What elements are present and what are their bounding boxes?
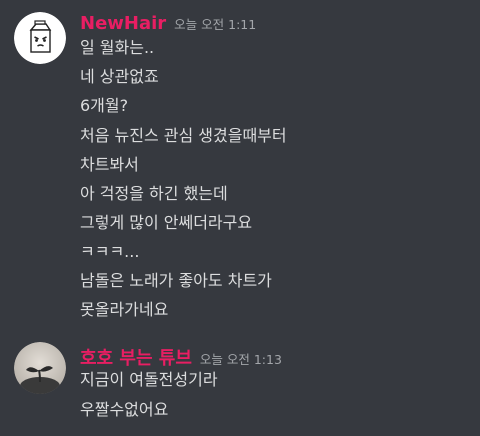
timestamp[interactable]: 오늘 오전 1:13 [200, 349, 282, 368]
message-text: 지금이 여돌전성기라 [80, 370, 218, 389]
message-text: 일 월화는.. [80, 38, 155, 57]
username[interactable]: NewHair [80, 13, 166, 34]
message-text: 6개월? [80, 96, 129, 115]
message-header: NewHair 오늘 오전 1:11 [80, 13, 256, 37]
milk-carton-avatar-icon[interactable] [14, 12, 66, 64]
message-text: 못올라가네요 [80, 300, 169, 319]
message-text: 처음 뉴진스 관심 생겼을때부터 [80, 126, 287, 145]
timestamp[interactable]: 오늘 오전 1:11 [174, 14, 256, 33]
message-text: 우짤수없어요 [80, 400, 169, 419]
message-group-2: 호호 부는 튜브 오늘 오전 1:13 지금이 여돌전성기라 우짤수없어요 [0, 330, 480, 436]
message-text: 네 상관없죠 [80, 67, 159, 86]
message-text: ㅋㅋㅋ... [80, 242, 140, 261]
message-text: 남돌은 노래가 좋아도 차트가 [80, 271, 272, 290]
message-text: 그렇게 많이 안쎄더라구요 [80, 213, 253, 232]
message-text: 차트봐서 [80, 155, 139, 174]
username[interactable]: 호호 부는 튜브 [80, 344, 192, 370]
plant-sprout-avatar-icon[interactable] [14, 342, 66, 394]
message-header: 호호 부는 튜브 오늘 오전 1:13 [80, 344, 282, 370]
message-group-1: NewHair 오늘 오전 1:11 일 월화는.. 네 상관없죠 6개월? 처… [0, 0, 480, 330]
message-text: 아 걱정을 하긴 했는데 [80, 184, 228, 203]
